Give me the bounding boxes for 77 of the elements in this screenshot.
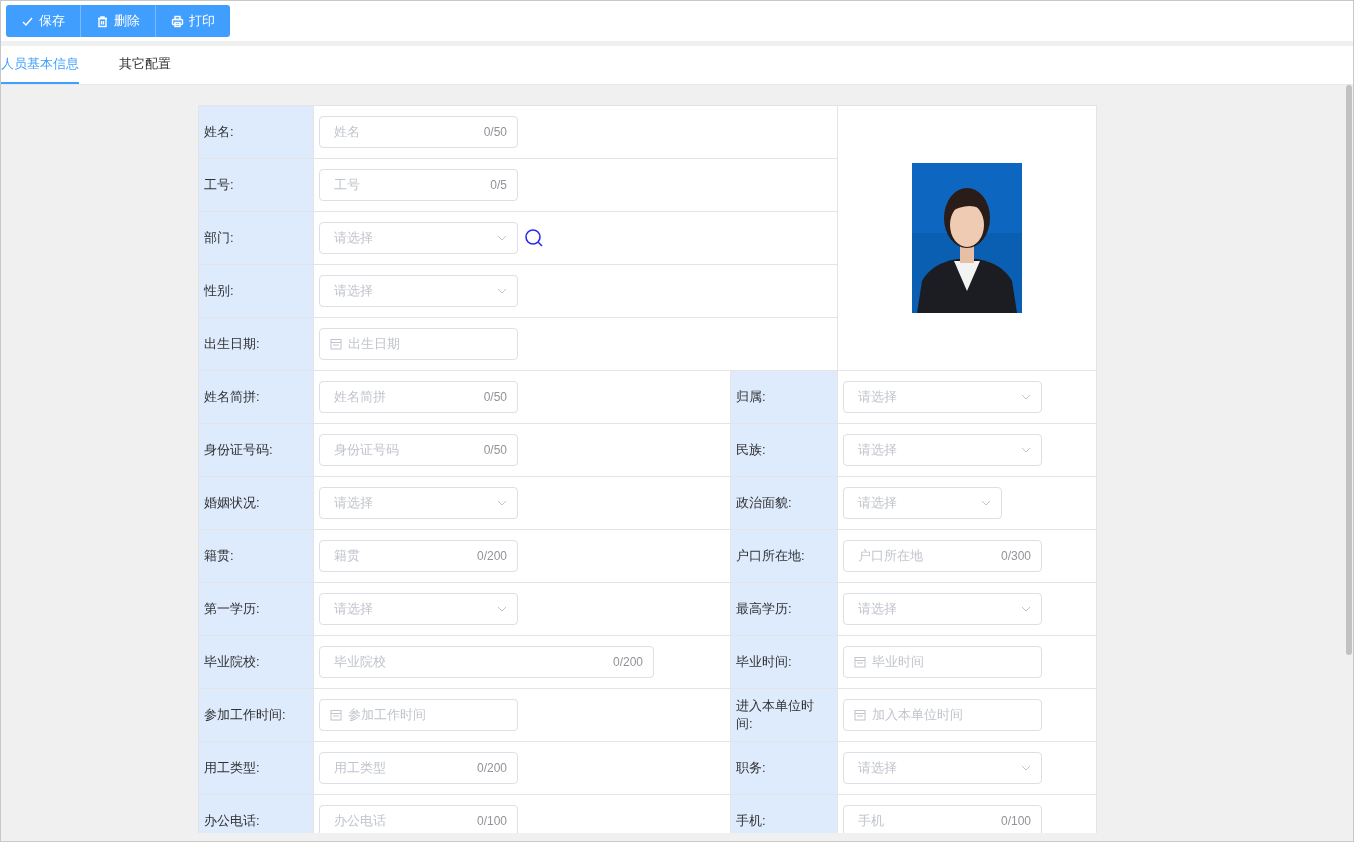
- character-counter: 0/5: [490, 178, 507, 192]
- chevron-down-icon: [1021, 447, 1031, 453]
- field-label: 用工类型:: [199, 742, 314, 795]
- input-field[interactable]: 姓名 0/50: [319, 116, 518, 148]
- input-field[interactable]: 籍贯 0/200: [319, 540, 518, 572]
- tab[interactable]: 其它配置: [119, 46, 171, 84]
- input-field[interactable]: 办公电话 0/100: [319, 805, 518, 833]
- chevron-down-icon: [1021, 606, 1031, 612]
- search-icon[interactable]: [524, 228, 544, 248]
- field-label: 进入本单位时间:: [731, 689, 838, 742]
- date-field[interactable]: 毕业时间: [843, 646, 1042, 678]
- field-label: 姓名:: [199, 106, 314, 159]
- field-label: 第一学历:: [199, 583, 314, 636]
- date-field[interactable]: 出生日期: [319, 328, 518, 360]
- input-field[interactable]: 工号 0/5: [319, 169, 518, 201]
- field-label: 职务:: [731, 742, 838, 795]
- input-field[interactable]: 手机 0/100: [843, 805, 1042, 833]
- tab[interactable]: 人员基本信息: [1, 46, 79, 84]
- chevron-down-icon: [497, 606, 507, 612]
- field-label: 毕业时间:: [731, 636, 838, 689]
- date-field[interactable]: 加入本单位时间: [843, 699, 1042, 731]
- field-label: 归属:: [731, 371, 838, 424]
- character-counter: 0/50: [483, 443, 507, 457]
- character-counter: 0/50: [483, 125, 507, 139]
- field-label: 民族:: [731, 424, 838, 477]
- calendar-icon: [330, 709, 342, 721]
- select-field[interactable]: 请选择: [843, 593, 1042, 625]
- chevron-down-icon: [497, 235, 507, 241]
- field-label: 部门:: [199, 212, 314, 265]
- select-field[interactable]: 请选择: [319, 222, 518, 254]
- select-field[interactable]: 请选择: [319, 275, 518, 307]
- character-counter: 0/200: [476, 761, 507, 775]
- select-field[interactable]: 请选择: [319, 487, 518, 519]
- character-counter: 0/50: [483, 390, 507, 404]
- field-label: 出生日期:: [199, 318, 314, 371]
- field-label: 籍贯:: [199, 530, 314, 583]
- input-field[interactable]: 用工类型 0/200: [319, 752, 518, 784]
- trash-icon: [96, 14, 109, 28]
- field-label: 婚姻状况:: [199, 477, 314, 530]
- calendar-icon: [854, 709, 866, 721]
- input-field[interactable]: 姓名简拼 0/50: [319, 381, 518, 413]
- chevron-down-icon: [981, 500, 991, 506]
- field-label: 毕业院校:: [199, 636, 314, 689]
- toolbar-button[interactable]: 保存: [6, 5, 81, 37]
- field-label: 参加工作时间:: [199, 689, 314, 742]
- character-counter: 0/300: [1000, 549, 1031, 563]
- field-label: 最高学历:: [731, 583, 838, 636]
- character-counter: 0/200: [476, 549, 507, 563]
- select-field[interactable]: 请选择: [843, 434, 1042, 466]
- input-field[interactable]: 身份证号码 0/50: [319, 434, 518, 466]
- field-label: 姓名简拼:: [199, 371, 314, 424]
- toolbar-button[interactable]: 打印: [156, 5, 230, 37]
- calendar-icon: [854, 656, 866, 668]
- date-field[interactable]: 参加工作时间: [319, 699, 518, 731]
- character-counter: 0/100: [476, 814, 507, 828]
- field-label: 性别:: [199, 265, 314, 318]
- select-field[interactable]: 请选择: [319, 593, 518, 625]
- field-label: 工号:: [199, 159, 314, 212]
- select-field[interactable]: 请选择: [843, 381, 1042, 413]
- chevron-down-icon: [1021, 765, 1031, 771]
- select-field[interactable]: 请选择: [843, 752, 1042, 784]
- toolbar-button[interactable]: 删除: [81, 5, 156, 37]
- calendar-icon: [330, 338, 342, 350]
- field-label: 户口所在地:: [731, 530, 838, 583]
- field-label: 政治面貌:: [731, 477, 838, 530]
- printer-icon: [171, 14, 184, 28]
- input-field[interactable]: 毕业院校 0/200: [319, 646, 654, 678]
- select-field[interactable]: 请选择: [843, 487, 1002, 519]
- character-counter: 0/200: [612, 655, 643, 669]
- chevron-down-icon: [497, 288, 507, 294]
- field-label: 手机:: [731, 795, 838, 833]
- chevron-down-icon: [497, 500, 507, 506]
- field-label: 办公电话:: [199, 795, 314, 833]
- chevron-down-icon: [1021, 394, 1031, 400]
- field-label: 身份证号码:: [199, 424, 314, 477]
- scrollbar-thumb[interactable]: [1346, 85, 1352, 655]
- character-counter: 0/100: [1000, 814, 1031, 828]
